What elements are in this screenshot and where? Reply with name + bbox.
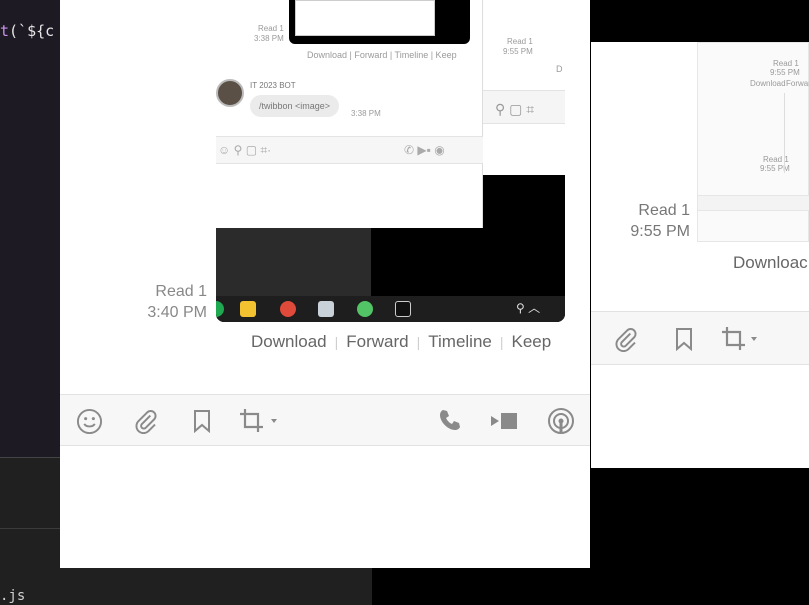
emoji-icon[interactable] (76, 408, 103, 435)
inner-toolbar: ☺ ⚲ ▢ ⌗· ✆ ▶▪ ◉ (216, 136, 483, 164)
inner-right-panel (483, 0, 565, 175)
action-separator: | (416, 334, 421, 350)
video-icon[interactable] (490, 410, 520, 432)
bot-avatar (216, 79, 244, 107)
right-download-link[interactable]: Downloac (733, 253, 808, 273)
read-receipt: Read 1 3:40 PM (147, 283, 207, 321)
crop-icon[interactable] (239, 408, 281, 434)
bookmark-icon[interactable] (191, 409, 213, 433)
inner-nested-image (289, 0, 470, 44)
crop-icon[interactable] (721, 326, 761, 352)
action-separator: | (499, 334, 504, 350)
download-link[interactable]: Download (251, 332, 327, 352)
bot-message-bubble: /twibbon <image> (250, 95, 340, 117)
right-image-thumbnail[interactable]: Read 1 9:55 PM Download Forwar Read 1 9:… (697, 42, 809, 242)
message-actions: Download | Forward | Timeline | Keep (251, 332, 551, 352)
message-image[interactable]: ⚲ ▢ ⌗ Read 1 3:38 PM Download | Forward … (216, 0, 565, 322)
chat-input-toolbar (60, 394, 590, 446)
forward-link[interactable]: Forward (346, 332, 408, 352)
inner-taskbar: ⚲ ︿ (216, 296, 565, 322)
right-read-receipt: Read 1 9:55 PM (630, 202, 690, 240)
action-separator: | (334, 334, 339, 350)
bookmark-icon[interactable] (673, 327, 695, 351)
broadcast-icon[interactable] (547, 407, 575, 435)
attachment-icon[interactable] (613, 326, 639, 352)
timeline-link[interactable]: Timeline (428, 332, 492, 352)
message-input-area[interactable] (60, 446, 590, 568)
editor-file-name[interactable]: .js (0, 588, 25, 604)
inner-right-toolbar: ⚲ ▢ ⌗ (483, 90, 565, 124)
phone-icon[interactable] (438, 408, 462, 432)
attachment-icon[interactable] (133, 408, 159, 434)
right-chat-toolbar (591, 311, 809, 365)
editor-code-line: t(`${c (0, 22, 55, 40)
keep-link[interactable]: Keep (512, 332, 552, 352)
